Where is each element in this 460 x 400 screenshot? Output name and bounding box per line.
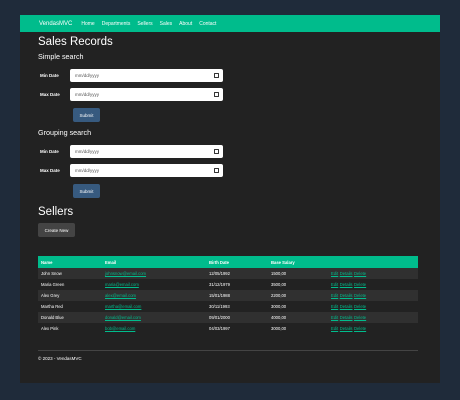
grouping-min-date-input[interactable]: mm/dd/yyyy xyxy=(70,145,223,158)
nav-link-sales[interactable]: Sales xyxy=(160,21,173,27)
simple-max-date-value: mm/dd/yyyy xyxy=(75,92,100,97)
edit-link[interactable]: Edit xyxy=(331,271,338,276)
seller-base-salary: 3000,00 xyxy=(268,301,328,312)
seller-birth-date: 09/01/2000 xyxy=(206,312,268,323)
app-page: VendasMVC Home Departments Sellers Sales… xyxy=(20,15,440,383)
calendar-icon[interactable] xyxy=(214,168,219,173)
grouping-max-date-value: mm/dd/yyyy xyxy=(75,168,100,173)
delete-link[interactable]: Delete xyxy=(354,293,366,298)
seller-birth-date: 31/12/1979 xyxy=(206,279,268,290)
nav-link-about[interactable]: About xyxy=(179,21,192,27)
seller-email-link[interactable]: donald@email.com xyxy=(105,315,141,320)
table-row: Alex Grey alex@email.com 15/01/1988 2200… xyxy=(38,290,418,301)
table-row: Donald Blue donald@email.com 09/01/2000 … xyxy=(38,312,418,323)
nav-link-home[interactable]: Home xyxy=(81,21,94,27)
delete-link[interactable]: Delete xyxy=(354,315,366,320)
seller-email-link[interactable]: bob@email.com xyxy=(105,326,135,331)
seller-name: Donald Blue xyxy=(38,312,102,323)
simple-search-submit-button[interactable]: Submit xyxy=(73,108,100,122)
table-row: Alex Pink bob@email.com 04/03/1997 3000,… xyxy=(38,323,418,334)
table-row: Maria Green maria@email.com 31/12/1979 3… xyxy=(38,279,418,290)
simple-max-date-row: Max Date mm/dd/yyyy xyxy=(38,88,223,101)
grouping-search-submit-button[interactable]: Submit xyxy=(73,184,100,198)
seller-base-salary: 1500,00 xyxy=(268,268,328,279)
edit-link[interactable]: Edit xyxy=(331,293,338,298)
nav-link-departments[interactable]: Departments xyxy=(102,21,131,27)
main-content: Sales Records Simple search Min Date mm/… xyxy=(38,36,418,361)
sellers-title: Sellers xyxy=(38,206,74,218)
column-header-birth-date: Birth Date xyxy=(206,256,268,268)
column-header-actions xyxy=(328,256,418,268)
edit-link[interactable]: Edit xyxy=(331,315,338,320)
grouping-max-date-row: Max Date mm/dd/yyyy xyxy=(38,164,223,177)
delete-link[interactable]: Delete xyxy=(354,304,366,309)
simple-min-date-input[interactable]: mm/dd/yyyy xyxy=(70,69,223,82)
details-link[interactable]: Details xyxy=(340,293,353,298)
edit-link[interactable]: Edit xyxy=(331,326,338,331)
footer-text: © 2023 - VendasMVC xyxy=(38,356,82,361)
column-header-email: Email xyxy=(102,256,206,268)
table-header-row: Name Email Birth Date Base Salary xyxy=(38,256,418,268)
column-header-base-salary: Base Salary xyxy=(268,256,328,268)
seller-base-salary: 2200,00 xyxy=(268,290,328,301)
seller-email-link[interactable]: alex@email.com xyxy=(105,293,136,298)
details-link[interactable]: Details xyxy=(340,315,353,320)
edit-link[interactable]: Edit xyxy=(331,304,338,309)
details-link[interactable]: Details xyxy=(340,304,353,309)
navbar: VendasMVC Home Departments Sellers Sales… xyxy=(20,15,440,32)
simple-max-date-label: Max Date xyxy=(40,92,60,97)
seller-base-salary: 4000,00 xyxy=(268,312,328,323)
details-link[interactable]: Details xyxy=(340,271,353,276)
seller-birth-date: 04/03/1997 xyxy=(206,323,268,334)
seller-birth-date: 12/05/1992 xyxy=(206,268,268,279)
navbar-brand[interactable]: VendasMVC xyxy=(39,21,72,27)
seller-name: Martha Red xyxy=(38,301,102,312)
grouping-min-date-row: Min Date mm/dd/yyyy xyxy=(38,145,223,158)
seller-name: Alex Pink xyxy=(38,323,102,334)
grouping-max-date-label: Max Date xyxy=(40,168,60,173)
table-row: John Snow johnsnow@email.com 12/05/1992 … xyxy=(38,268,418,279)
table-row: Martha Red martha@email.com 30/11/1993 3… xyxy=(38,301,418,312)
grouping-min-date-label: Min Date xyxy=(40,149,59,154)
delete-link[interactable]: Delete xyxy=(354,282,366,287)
simple-search-heading: Simple search xyxy=(38,52,84,61)
seller-birth-date: 15/01/1988 xyxy=(206,290,268,301)
grouping-max-date-input[interactable]: mm/dd/yyyy xyxy=(70,164,223,177)
seller-name: John Snow xyxy=(38,268,102,279)
sales-records-title: Sales Records xyxy=(38,36,113,48)
sellers-table: Name Email Birth Date Base Salary John S… xyxy=(38,256,418,334)
column-header-name: Name xyxy=(38,256,102,268)
calendar-icon[interactable] xyxy=(214,73,219,78)
simple-min-date-row: Min Date mm/dd/yyyy xyxy=(38,69,223,82)
calendar-icon[interactable] xyxy=(214,92,219,97)
grouping-search-heading: Grouping search xyxy=(38,128,92,137)
create-new-button[interactable]: Create New xyxy=(38,223,75,237)
simple-min-date-label: Min Date xyxy=(40,73,59,78)
nav-link-sellers[interactable]: Sellers xyxy=(137,21,152,27)
grouping-min-date-value: mm/dd/yyyy xyxy=(75,149,100,154)
seller-base-salary: 3500,00 xyxy=(268,279,328,290)
simple-min-date-value: mm/dd/yyyy xyxy=(75,73,100,78)
seller-name: Alex Grey xyxy=(38,290,102,301)
seller-email-link[interactable]: johnsnow@email.com xyxy=(105,271,146,276)
delete-link[interactable]: Delete xyxy=(354,271,366,276)
delete-link[interactable]: Delete xyxy=(354,326,366,331)
edit-link[interactable]: Edit xyxy=(331,282,338,287)
calendar-icon[interactable] xyxy=(214,149,219,154)
seller-birth-date: 30/11/1993 xyxy=(206,301,268,312)
seller-email-link[interactable]: maria@email.com xyxy=(105,282,139,287)
details-link[interactable]: Details xyxy=(340,326,353,331)
details-link[interactable]: Details xyxy=(340,282,353,287)
seller-email-link[interactable]: martha@email.com xyxy=(105,304,141,309)
seller-base-salary: 3000,00 xyxy=(268,323,328,334)
footer-divider xyxy=(38,350,418,351)
simple-max-date-input[interactable]: mm/dd/yyyy xyxy=(70,88,223,101)
seller-name: Maria Green xyxy=(38,279,102,290)
nav-link-contact[interactable]: Contact xyxy=(199,21,216,27)
